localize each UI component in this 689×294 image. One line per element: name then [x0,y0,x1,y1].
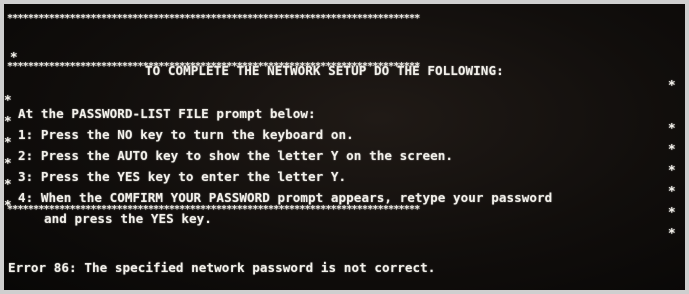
middle-border: ****************************************… [7,61,420,72]
terminal-screen: ****************************************… [4,4,685,290]
instruction-right-marker: * [668,225,676,240]
instruction-line: * and press the YES key. * [4,184,685,254]
top-border: ****************************************… [7,13,420,24]
bottom-border: ****************************************… [7,204,420,215]
photo-frame: ****************************************… [0,0,689,294]
error-message: Error 86: The specified network password… [8,260,436,275]
